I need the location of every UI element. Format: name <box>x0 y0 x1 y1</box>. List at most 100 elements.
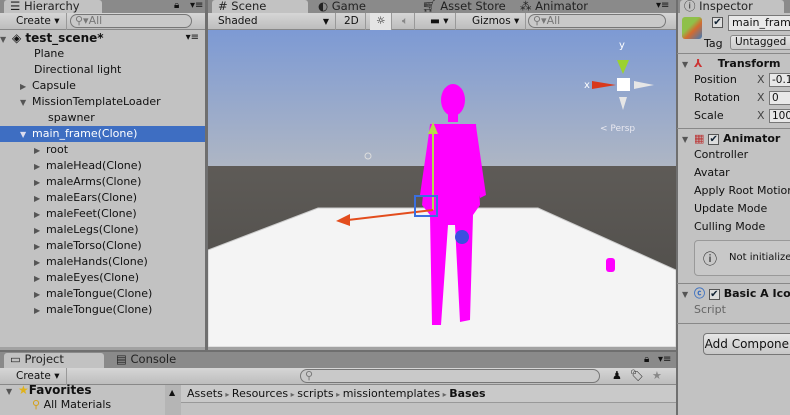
hierarchy-item[interactable]: Directional light <box>0 62 205 78</box>
divider <box>677 283 790 284</box>
scene-tabbar: # Scene ◐ Game 🛒︎ Asset Store ⁂ Animator… <box>208 0 676 13</box>
breadcrumb-item[interactable]: missiontemplates <box>343 387 440 400</box>
tag-dropdown[interactable]: Untagged <box>730 35 790 50</box>
tree-scrollbar[interactable]: ▲ <box>165 385 181 415</box>
panel-menu-icon[interactable]: ▾≡ <box>658 354 671 365</box>
scene-render[interactable]: y x < Persp <box>208 30 676 347</box>
expand-right-icon[interactable]: ▶ <box>34 207 46 223</box>
hierarchy-item[interactable]: ▶ maleTongue(Clone) <box>0 286 205 302</box>
expand-right-icon[interactable]: ▶ <box>34 303 46 319</box>
expand-down-icon[interactable]: ▼ <box>20 95 32 111</box>
active-checkbox[interactable]: ✔ <box>712 17 723 28</box>
scale-x-field[interactable]: 100 <box>769 109 790 123</box>
scene-root[interactable]: ▼ ◈ test_scene* ▾≡ <box>0 30 205 46</box>
tab-console[interactable]: ▤ Console <box>110 353 182 366</box>
project-toolbar: Create ▾ ⚲ ♟ 🏷︎ ★ <box>0 368 676 385</box>
expand-right-icon[interactable]: ▶ <box>34 223 46 239</box>
expand-right-icon[interactable]: ▶ <box>34 271 46 287</box>
effects-dropdown[interactable]: ▬ ▾ <box>424 13 456 30</box>
lock-icon[interactable]: 🔒︎ <box>644 354 649 365</box>
position-x-field[interactable]: -0.1 <box>769 73 790 87</box>
favorites-item[interactable]: ▼ ★Favorites <box>6 383 91 397</box>
scene-viewport[interactable]: y x < Persp <box>208 30 676 347</box>
animator-header[interactable]: ▼ ▦ ✔ Animator <box>682 132 780 147</box>
hierarchy-item[interactable]: ▼ main_frame(Clone) <box>0 126 205 142</box>
item-label: maleHead(Clone) <box>46 159 142 172</box>
hierarchy-item[interactable]: ▼ MissionTemplateLoader <box>0 94 205 110</box>
scene-toolbar: Shaded ▼ 2D ☼ 🔈︎ ▬ ▾ Gizmos ▾ ⚲▾All <box>208 13 676 30</box>
lighting-toggle[interactable]: ☼ <box>370 13 393 30</box>
tag-label: Tag <box>704 37 723 50</box>
expand-right-icon[interactable]: ▶ <box>34 191 46 207</box>
hierarchy-item[interactable]: ▶ maleTongue(Clone) <box>0 302 205 318</box>
expand-right-icon[interactable]: ▶ <box>34 255 46 271</box>
field-value: -0.1 <box>772 74 790 86</box>
panel-menu-icon[interactable]: ▾≡ <box>656 0 669 11</box>
hierarchy-item[interactable]: ▶ Capsule <box>0 78 205 94</box>
tab-asset-store[interactable]: 🛒︎ Asset Store <box>416 0 512 13</box>
object-name: main_frame(Clone) <box>732 16 790 29</box>
hierarchy-search-input[interactable]: ⚲▾All <box>70 14 192 28</box>
breadcrumb-separator-icon: ▸ <box>333 390 343 399</box>
filter-type-icon[interactable]: ♟ <box>612 369 622 382</box>
tab-animator[interactable]: ⁂ Animator <box>514 0 594 13</box>
transform-header[interactable]: ▼ ⅄ Transform <box>682 57 780 72</box>
breadcrumb-item[interactable]: Resources <box>232 387 288 400</box>
hierarchy-item[interactable]: ▶ maleEars(Clone) <box>0 190 205 206</box>
hierarchy-item[interactable]: ▶ maleTorso(Clone) <box>0 238 205 254</box>
folder-icon: ▭ <box>10 352 21 366</box>
position-label: Position <box>694 73 737 86</box>
shading-dropdown[interactable]: Shaded ▼ <box>212 13 336 30</box>
filter-label-icon[interactable]: 🏷︎ <box>630 369 644 382</box>
audio-toggle[interactable]: 🔈︎ <box>396 13 416 30</box>
animator-field-label: Apply Root Motion <box>694 184 790 197</box>
hierarchy-item[interactable]: ▶ maleArms(Clone) <box>0 174 205 190</box>
project-search-input[interactable]: ⚲ <box>300 369 600 383</box>
tab-scene[interactable]: # Scene <box>212 0 308 13</box>
breadcrumb-item[interactable]: scripts <box>297 387 333 400</box>
lock-icon[interactable]: 🔒︎ <box>174 0 179 11</box>
animator-enabled-checkbox[interactable]: ✔ <box>708 133 720 145</box>
hierarchy-item[interactable]: ▶ maleHands(Clone) <box>0 254 205 270</box>
breadcrumb-item[interactable]: Bases <box>449 387 485 400</box>
script-component-header[interactable]: ▼ⓒ ✔ Basic A Icon <box>682 287 790 302</box>
breadcrumb-item[interactable]: Assets <box>187 387 223 400</box>
expand-right-icon[interactable]: ▶ <box>34 239 46 255</box>
item-label: Directional light <box>34 63 122 76</box>
expand-right-icon[interactable]: ▶ <box>34 175 46 191</box>
panel-menu-icon[interactable]: ▾≡ <box>190 0 203 11</box>
item-label: maleArms(Clone) <box>46 175 142 188</box>
expand-down-icon[interactable]: ▼ <box>20 127 32 143</box>
tab-inspector[interactable]: ⓘ Inspector <box>680 0 784 13</box>
hierarchy-item[interactable]: ▶ root <box>0 142 205 158</box>
create-button[interactable]: Create ▾ <box>10 13 67 30</box>
expand-right-icon[interactable]: ▶ <box>20 79 32 95</box>
hierarchy-item[interactable]: ▶ maleLegs(Clone) <box>0 222 205 238</box>
persp-label[interactable]: < Persp <box>600 124 635 134</box>
expand-right-icon[interactable]: ▶ <box>34 159 46 175</box>
tab-game[interactable]: ◐ Game <box>312 0 372 13</box>
rotation-x-field[interactable]: 0 <box>769 91 790 105</box>
field-value: 100 <box>772 110 790 122</box>
hierarchy-item[interactable]: ▶ maleHead(Clone) <box>0 158 205 174</box>
expand-right-icon[interactable]: ▶ <box>34 287 46 303</box>
hierarchy-item[interactable]: ▶ maleEyes(Clone) <box>0 270 205 286</box>
script-enabled-checkbox[interactable]: ✔ <box>708 288 720 300</box>
scene-search-input[interactable]: ⚲▾All <box>528 14 666 28</box>
hierarchy-item[interactable]: Plane <box>0 46 205 62</box>
favorites-label: Favorites <box>28 383 92 397</box>
tab-project[interactable]: ▭ Project <box>4 353 104 368</box>
item-label: root <box>46 143 69 156</box>
scale-label: Scale <box>694 109 724 122</box>
scene-menu-icon[interactable]: ▾≡ <box>186 30 199 46</box>
favorite-star-icon[interactable]: ★ <box>652 369 662 382</box>
2d-toggle[interactable]: 2D <box>338 13 366 30</box>
add-component-button[interactable]: Add Component <box>703 333 790 355</box>
hierarchy-item[interactable]: ▶ maleFeet(Clone) <box>0 206 205 222</box>
fav-item-all-materials[interactable]: ⚲ All Materials <box>32 398 111 411</box>
object-name-input[interactable]: main_frame(Clone) <box>728 15 790 31</box>
gizmos-dropdown[interactable]: Gizmos ▾ <box>466 13 527 30</box>
hierarchy-item[interactable]: spawner <box>0 110 205 126</box>
tab-hierarchy[interactable]: ☰ Hierarchy <box>4 0 102 13</box>
expand-right-icon[interactable]: ▶ <box>34 143 46 159</box>
